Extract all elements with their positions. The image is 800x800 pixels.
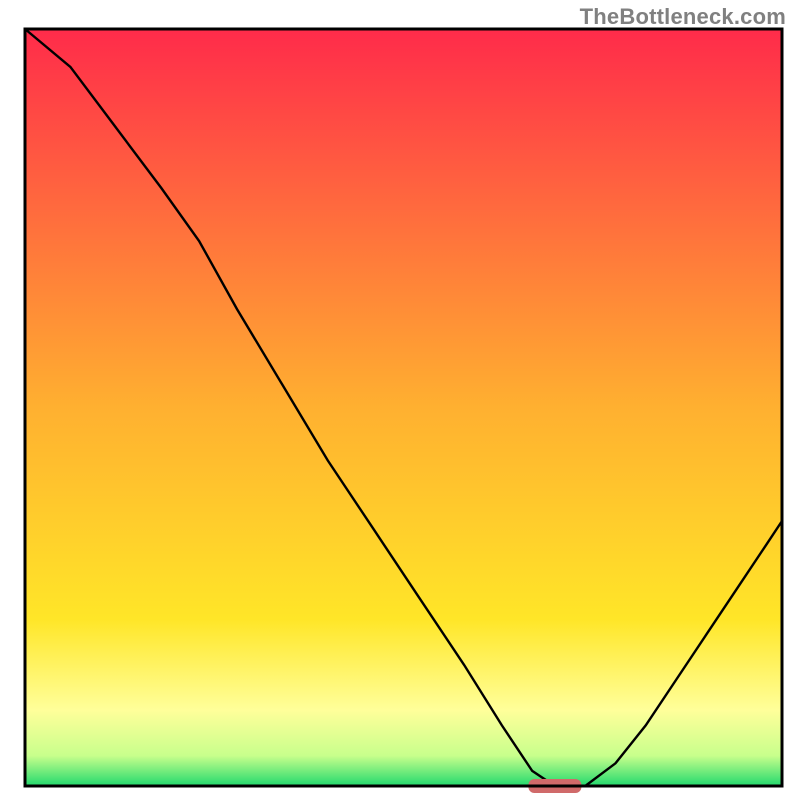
plot-background bbox=[25, 29, 782, 786]
bottleneck-chart bbox=[0, 0, 800, 800]
